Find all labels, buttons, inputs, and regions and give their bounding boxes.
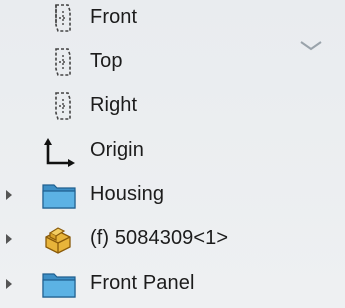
expand-arrow-icon[interactable] xyxy=(4,189,14,201)
folder-icon xyxy=(40,179,78,211)
chevron-down-icon[interactable] xyxy=(298,38,324,54)
plane-icon xyxy=(44,2,82,34)
plane-icon xyxy=(44,90,82,122)
tree-item-front-plane[interactable]: Front xyxy=(0,0,345,38)
tree-item-label: Top xyxy=(90,50,123,72)
feature-manager-tree: Front Top Right Origin Housing (f) 50843… xyxy=(0,0,345,308)
tree-item-part[interactable]: (f) 5084309<1> xyxy=(0,219,345,259)
tree-item-top-plane[interactable]: Top xyxy=(0,42,345,82)
folder-icon xyxy=(40,268,78,300)
tree-item-front-panel[interactable]: Front Panel xyxy=(0,264,345,304)
tree-item-label: Origin xyxy=(90,139,144,161)
tree-item-right-plane[interactable]: Right xyxy=(0,86,345,126)
origin-axes-icon xyxy=(40,135,78,167)
tree-item-origin[interactable]: Origin xyxy=(0,131,345,171)
plane-icon xyxy=(44,46,82,78)
tree-item-label: Right xyxy=(90,94,138,116)
tree-item-label: Front Panel xyxy=(90,272,195,294)
tree-item-label: (f) 5084309<1> xyxy=(90,227,229,249)
tree-item-housing[interactable]: Housing xyxy=(0,175,345,215)
part-icon xyxy=(40,223,78,255)
tree-item-label: Front xyxy=(90,6,138,28)
tree-item-label: Housing xyxy=(90,183,165,205)
expand-arrow-icon[interactable] xyxy=(4,278,14,290)
expand-arrow-icon[interactable] xyxy=(4,233,14,245)
